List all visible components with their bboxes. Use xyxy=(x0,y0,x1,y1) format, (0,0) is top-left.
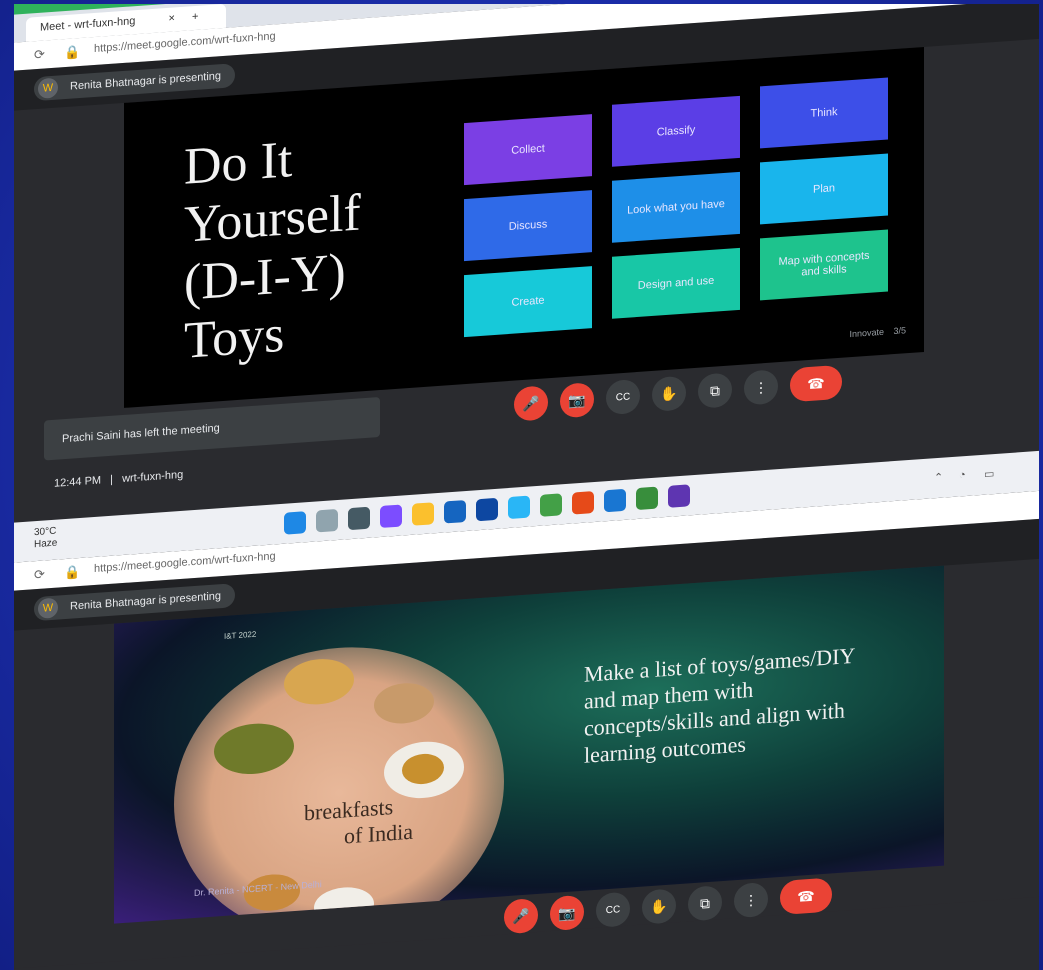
battery-icon[interactable]: ▭ xyxy=(984,467,994,481)
tile-collect: Collect xyxy=(464,114,592,186)
wifi-icon[interactable]: ⌃ xyxy=(934,471,943,485)
diy-slide: Do It Yourself (D-I-Y) Toys Collect Clas… xyxy=(124,46,924,408)
leave-call-button[interactable]: ☎ xyxy=(780,877,832,916)
slide-title: Do It Yourself (D-I-Y) Toys xyxy=(184,126,361,370)
mic-off-icon: 🎤 xyxy=(512,907,530,925)
plate xyxy=(314,885,374,924)
notification-text: Prachi Saini has left the meeting xyxy=(62,422,220,446)
food-caption: breakfasts of India xyxy=(304,794,414,849)
camera-off-icon: 📷 xyxy=(568,391,586,409)
mail-icon[interactable] xyxy=(476,497,498,522)
mic-button[interactable]: 🎤 xyxy=(504,897,538,935)
top-screen: Meet - wrt-fuxn-hng × + ⟳ 🔒 https://meet… xyxy=(14,4,1039,504)
store-icon[interactable] xyxy=(444,499,466,524)
meeting-time: 12:44 PM | wrt-fuxn-hng xyxy=(54,468,184,490)
present-icon: ⧉ xyxy=(700,894,710,912)
tile-discuss: Discuss xyxy=(464,190,592,262)
lock-icon: 🔒 xyxy=(64,563,81,581)
bottom-screen: ⟳ 🔒 https://meet.google.com/wrt-fuxn-hng… xyxy=(14,488,1039,970)
plate xyxy=(214,721,294,777)
powerpoint-icon[interactable] xyxy=(572,491,594,515)
present-button[interactable]: ⧉ xyxy=(688,885,722,922)
captions-button[interactable]: CC xyxy=(606,378,640,416)
slide-footer: Innovate xyxy=(849,326,884,340)
captions-button[interactable]: CC xyxy=(596,891,630,928)
hand-icon: ✋ xyxy=(660,384,678,402)
edge-icon[interactable] xyxy=(508,495,530,520)
breakfast-slide: I&T 2022 breakfasts of India Make a list… xyxy=(114,565,944,924)
presenter-avatar: W xyxy=(38,77,58,99)
teams-icon[interactable] xyxy=(668,484,690,508)
reload-icon[interactable]: ⟳ xyxy=(34,46,45,63)
raise-hand-button[interactable]: ✋ xyxy=(652,375,686,412)
photo-of-screen: Meet - wrt-fuxn-hng × + ⟳ 🔒 https://meet… xyxy=(14,4,1039,970)
more-options-button[interactable]: ⋮ xyxy=(744,369,778,406)
tile-create: Create xyxy=(464,266,592,338)
camera-button[interactable]: 📷 xyxy=(550,894,584,932)
search-icon[interactable] xyxy=(316,508,338,533)
tile-plan: Plan xyxy=(760,153,888,225)
slide-body-text: Make a list of toys/games/DIY and map th… xyxy=(584,642,855,768)
captions-icon: CC xyxy=(605,903,621,916)
lock-icon: 🔒 xyxy=(64,43,81,61)
tile-design-and-use: Design and use xyxy=(612,247,740,319)
tab-title: Meet - wrt-fuxn-hng xyxy=(40,15,136,34)
weather-widget[interactable]: 30°C Haze xyxy=(34,526,57,552)
hand-icon: ✋ xyxy=(650,897,668,915)
word-icon[interactable] xyxy=(604,488,626,513)
tile-map-with-concepts: Map with concepts and skills xyxy=(760,229,888,301)
mic-off-icon: 🎤 xyxy=(522,394,540,412)
camera-off-icon: 📷 xyxy=(558,903,576,922)
tile-think: Think xyxy=(760,77,888,149)
speaker-icon[interactable]: ◔ xyxy=(959,469,966,481)
chrome-icon[interactable] xyxy=(540,493,562,517)
presenter-text: Renita Bhatnagar is presenting xyxy=(70,590,222,613)
slide-label: I&T 2022 xyxy=(224,629,257,641)
hang-up-icon: ☎ xyxy=(807,374,825,392)
notification-toast: Prachi Saini has left the meeting xyxy=(44,397,380,461)
plate xyxy=(374,681,434,726)
file-explorer-icon[interactable] xyxy=(412,502,434,526)
hang-up-icon: ☎ xyxy=(797,887,815,905)
close-icon[interactable]: × xyxy=(168,12,174,24)
present-icon: ⧉ xyxy=(710,381,720,399)
camera-button[interactable]: 📷 xyxy=(560,382,594,419)
presenting-chip[interactable]: W Renita Bhatnagar is presenting xyxy=(34,583,236,622)
mic-button[interactable]: 🎤 xyxy=(514,385,548,422)
raise-hand-button[interactable]: ✋ xyxy=(642,888,676,925)
start-icon[interactable] xyxy=(284,511,306,535)
chat-icon[interactable] xyxy=(380,504,402,529)
excel-icon[interactable] xyxy=(636,486,658,511)
captions-icon: CC xyxy=(615,391,631,404)
food-illustration xyxy=(174,636,504,924)
presenter-text: Renita Bhatnagar is presenting xyxy=(70,70,222,93)
presenting-chip[interactable]: W Renita Bhatnagar is presenting xyxy=(34,63,236,102)
reload-icon[interactable]: ⟳ xyxy=(34,566,45,583)
tile-classify: Classify xyxy=(612,95,740,167)
plate xyxy=(284,656,354,707)
tile-look-what-you-have: Look what you have xyxy=(612,171,740,243)
more-options-button[interactable]: ⋮ xyxy=(734,881,768,919)
more-vertical-icon: ⋮ xyxy=(744,891,758,909)
present-button[interactable]: ⧉ xyxy=(698,372,732,409)
title-line: Toys xyxy=(184,305,285,370)
task-view-icon[interactable] xyxy=(348,506,370,531)
new-tab-icon[interactable]: + xyxy=(192,11,198,23)
more-vertical-icon: ⋮ xyxy=(754,378,768,396)
leave-call-button[interactable]: ☎ xyxy=(790,364,842,403)
slide-number: 3/5 xyxy=(893,325,906,337)
title-line: (D-I-Y) xyxy=(184,243,346,312)
presenter-avatar: W xyxy=(38,597,58,619)
